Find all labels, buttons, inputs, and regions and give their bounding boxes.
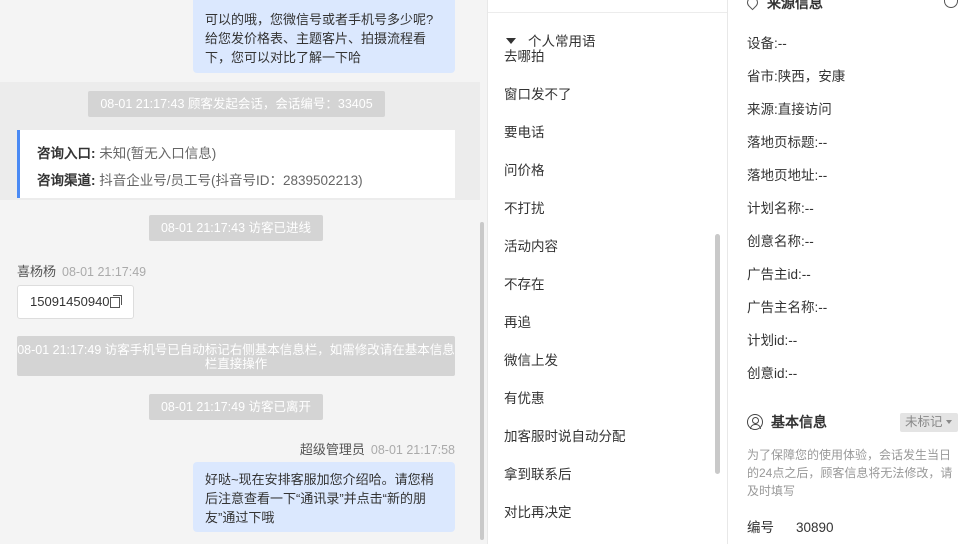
field-value: -- <box>788 366 798 381</box>
phrase-item[interactable]: 不存在 <box>504 273 545 293</box>
phrase-item[interactable]: 再追 <box>504 311 531 331</box>
field-label: 创意名称: <box>747 234 805 249</box>
consult-entry-value: 未知(暂无入口信息) <box>99 146 217 161</box>
field-value: 直接访问 <box>777 102 832 117</box>
serial-value: 30890 <box>796 520 834 535</box>
field-source: 来源:直接访问 <box>747 98 832 118</box>
chat-scrollbar[interactable] <box>480 222 484 540</box>
customer-info-panel: 来源信息 设备:-- 省市:陕西，安康 来源:直接访问 落地页标题:-- 落地页… <box>727 0 959 544</box>
auto-tag-notice: 08-01 21:17:49 访客手机号已自动标记右侧基本信息栏，如需修改请在基… <box>17 336 455 376</box>
divider <box>488 12 727 13</box>
field-value: -- <box>818 300 828 315</box>
phrase-item[interactable]: 有优惠 <box>504 387 545 407</box>
chat-panel: 可以的哦，您微信号或者手机号多少呢?给您发价格表、主题客片、拍摄流程看下，您可以… <box>0 0 487 544</box>
basic-info-title: 基本信息 <box>771 414 827 430</box>
field-label: 落地页地址: <box>747 168 819 183</box>
field-advertiser-id: 广告主id:-- <box>747 263 811 283</box>
field-plan-id: 计划id:-- <box>747 329 797 349</box>
field-value: -- <box>801 267 811 282</box>
field-label: 广告主名称: <box>747 300 819 315</box>
visitor-message-header: 喜杨杨 08-01 21:17:49 <box>17 261 146 280</box>
field-device: 设备:-- <box>747 32 787 52</box>
consult-channel-label: 咨询渠道: <box>37 173 96 188</box>
session-started-notice: 08-01 21:17:43 顾客发起会话，会话编号：33405 <box>88 91 385 117</box>
serial-number-row: 编号 30890 <box>747 516 834 536</box>
consult-entry-row: 咨询入口: 未知(暂无入口信息) <box>37 140 455 167</box>
field-province-city: 省市:陕西，安康 <box>747 65 845 85</box>
phrase-item[interactable]: 拿到联系后 <box>504 463 572 483</box>
source-info-header: 来源信息 <box>744 0 823 13</box>
phrase-item[interactable]: 不打扰 <box>504 197 545 217</box>
field-plan-name: 计划名称:-- <box>747 197 814 217</box>
chevron-down-icon <box>945 420 952 424</box>
field-landing-title: 落地页标题:-- <box>747 131 827 151</box>
user-circle-icon <box>747 414 763 430</box>
field-label: 计划id: <box>747 333 789 348</box>
location-pin-icon <box>744 0 761 11</box>
field-creative-id: 创意id:-- <box>747 362 797 382</box>
serial-label: 编号 <box>747 520 774 535</box>
agent-message-header: 超级管理员 08-01 21:17:58 <box>55 439 455 458</box>
copy-icon[interactable] <box>109 295 122 308</box>
field-value: -- <box>804 234 814 249</box>
phrase-item[interactable]: 要电话 <box>504 121 545 141</box>
shield-icon[interactable] <box>944 0 958 8</box>
field-value: 陕西，安康 <box>777 69 846 84</box>
visitor-phone-text: 15091450940 <box>30 294 110 309</box>
caret-down-icon <box>506 38 516 44</box>
field-landing-url: 落地页地址:-- <box>747 164 827 184</box>
field-label: 设备: <box>747 36 778 51</box>
common-phrases-panel: 个人常用语 去哪拍 窗口发不了 要电话 问价格 不打扰 活动内容 不存在 再追 … <box>487 0 727 544</box>
field-value: -- <box>788 333 798 348</box>
field-label: 来源: <box>747 102 778 117</box>
field-value: -- <box>777 36 787 51</box>
phrase-item[interactable]: 对比再决定 <box>504 501 572 521</box>
consult-info-card: 咨询入口: 未知(暂无入口信息) 咨询渠道: 抖音企业号/员工号(抖音号ID：2… <box>17 130 455 198</box>
agent-message-time: 08-01 21:17:58 <box>370 443 455 457</box>
visitor-name: 喜杨杨 <box>17 264 57 279</box>
phrase-item[interactable]: 活动内容 <box>504 235 558 255</box>
field-advertiser-name: 广告主名称:-- <box>747 296 827 316</box>
visitor-phone-message[interactable]: 15091450940 <box>17 285 134 319</box>
phrases-scrollbar[interactable] <box>715 234 720 474</box>
phrase-item[interactable]: 窗口发不了 <box>504 83 572 103</box>
visitor-message-time: 08-01 21:17:49 <box>62 265 147 279</box>
source-info-title: 来源信息 <box>767 0 823 11</box>
agent-message-bubble: 可以的哦，您微信号或者手机号多少呢?给您发价格表、主题客片、拍摄流程看下，您可以… <box>193 0 455 73</box>
consult-entry-label: 咨询入口: <box>37 146 96 161</box>
field-label: 计划名称: <box>747 201 805 216</box>
field-value: -- <box>818 168 828 183</box>
visitor-left-notice: 08-01 21:17:49 访客已离开 <box>149 394 323 420</box>
tag-select-dropdown[interactable]: 未标记 <box>900 413 958 432</box>
phrase-item[interactable]: 微信上发 <box>504 349 558 369</box>
basic-info-header: 基本信息 <box>747 412 827 432</box>
agent-name: 超级管理员 <box>299 442 365 457</box>
field-value: -- <box>818 135 828 150</box>
consult-channel-value: 抖音企业号/员工号(抖音号ID：2839502213) <box>99 173 363 188</box>
field-label: 广告主id: <box>747 267 802 282</box>
tag-select-value: 未标记 <box>905 415 943 429</box>
agent-message-bubble: 好哒~现在安排客服加您介绍哈。请您稍后注意查看一下“通讯录”并点击“新的朋友”通… <box>193 462 455 532</box>
phrase-item[interactable]: 去哪拍 <box>504 45 545 65</box>
phrase-item[interactable]: 问价格 <box>504 159 545 179</box>
field-value: -- <box>804 201 814 216</box>
phrase-item[interactable]: 加客服时说自动分配 <box>504 425 626 445</box>
consult-channel-row: 咨询渠道: 抖音企业号/员工号(抖音号ID：2839502213) <box>37 167 455 194</box>
edit-deadline-notice: 为了保障您的使用体验，会话发生当日的24点之后，顾客信息将无法修改，请及时填写 <box>747 448 953 498</box>
field-label: 创意id: <box>747 366 789 381</box>
visitor-entered-notice: 08-01 21:17:43 访客已进线 <box>149 215 323 241</box>
field-label: 省市: <box>747 69 778 84</box>
field-creative-name: 创意名称:-- <box>747 230 814 250</box>
field-label: 落地页标题: <box>747 135 819 150</box>
